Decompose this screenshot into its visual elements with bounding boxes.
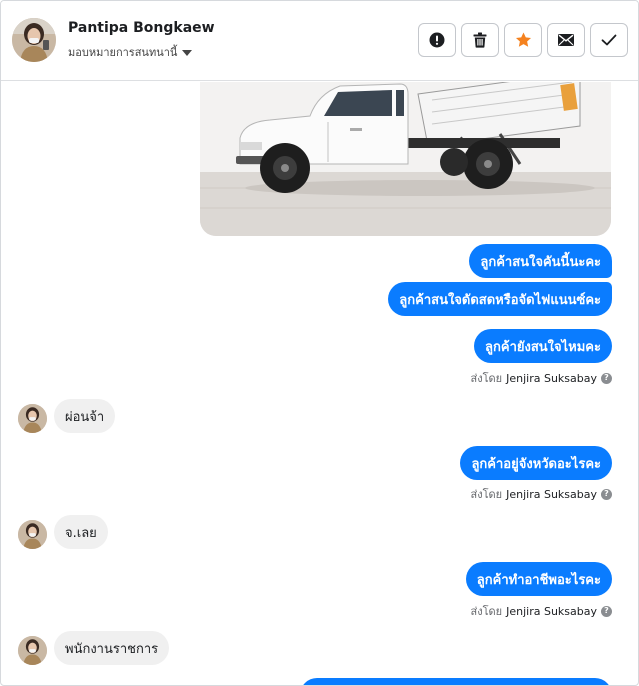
trash-icon (473, 32, 487, 48)
assign-label: มอบหมายการสนทนานี้ (68, 46, 178, 59)
attached-truck-photo[interactable] (200, 82, 611, 236)
sent-by-label: ส่งโดย Jenjira Suksabay ? (471, 602, 612, 620)
outgoing-message[interactable]: ลูกค้าทำอาชีพอะไรคะ (465, 562, 612, 596)
mark-unread-button[interactable] (547, 23, 585, 57)
mark-done-button[interactable] (590, 23, 628, 57)
contact-avatar-small[interactable] (18, 636, 47, 665)
check-icon (601, 34, 617, 46)
sent-by-prefix: ส่งโดย (470, 488, 503, 501)
sent-by-name: Jenjira Suksabay (506, 604, 597, 618)
sent-by-label: ส่งโดย Jenjira Suksabay ? (471, 369, 612, 387)
help-icon[interactable]: ? (601, 488, 612, 500)
star-button[interactable] (504, 23, 542, 57)
sent-by-name: Jenjira Suksabay (506, 487, 597, 501)
sent-by-name: Jenjira Suksabay (506, 371, 597, 385)
conversation-header: Pantipa Bongkaew มอบหมายการสนทนานี้ (1, 1, 638, 81)
exclamation-icon (429, 32, 445, 48)
sent-by-label: ส่งโดย Jenjira Suksabay ? (471, 485, 612, 503)
delete-button[interactable] (461, 23, 499, 57)
incoming-message[interactable]: พนักงานราชการ (54, 631, 170, 665)
star-icon (515, 32, 531, 47)
outgoing-message[interactable]: ลูกค้ายังสนใจไหมคะ (474, 329, 612, 363)
help-icon[interactable]: ? (601, 605, 612, 617)
sent-by-prefix: ส่งโดย (470, 605, 503, 618)
outgoing-message[interactable]: ลูกค้าสนใจดัดสดหรือจัดไฟแนนซ์คะ (388, 282, 612, 316)
assign-conversation-dropdown[interactable]: มอบหมายการสนทนานี้ (68, 43, 193, 61)
outgoing-message-partial[interactable] (300, 678, 612, 685)
sent-by-prefix: ส่งโดย (470, 372, 503, 385)
mark-spam-button[interactable] (418, 23, 456, 57)
contact-avatar-small[interactable] (18, 404, 47, 433)
contact-avatar-small[interactable] (18, 520, 47, 549)
incoming-message[interactable]: จ.เลย (54, 515, 108, 549)
outgoing-message[interactable]: ลูกค้าอยู่จังหวัดอะไรคะ (460, 446, 612, 480)
chat-window: Pantipa Bongkaew มอบหมายการสนทนานี้ ลูกค… (0, 0, 639, 686)
envelope-icon (558, 34, 574, 46)
contact-name[interactable]: Pantipa Bongkaew (68, 20, 215, 36)
message-list[interactable]: ลูกค้าสนใจคันนี้นะคะ ลูกค้าสนใจดัดสดหรือ… (1, 82, 638, 685)
help-icon[interactable]: ? (601, 372, 612, 384)
outgoing-message[interactable]: ลูกค้าสนใจคันนี้นะคะ (469, 244, 612, 278)
caret-down-icon (182, 49, 193, 56)
incoming-message[interactable]: ผ่อนจ้า (54, 399, 116, 433)
header-actions (418, 23, 628, 57)
contact-avatar[interactable] (12, 18, 56, 62)
